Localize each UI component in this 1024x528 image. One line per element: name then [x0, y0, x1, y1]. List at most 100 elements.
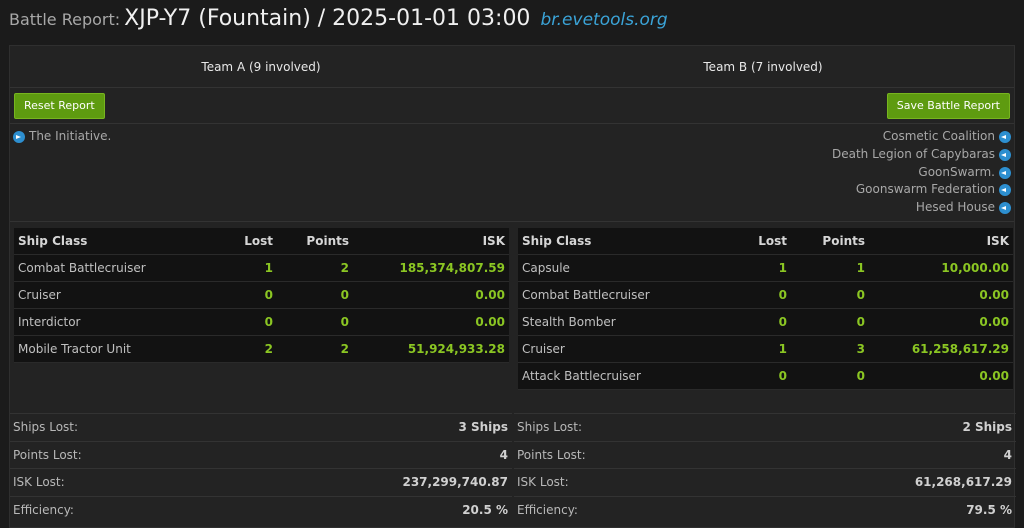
table-row: Stealth Bomber 0 0 0.00 [518, 309, 1013, 336]
move-left-icon[interactable] [999, 166, 1011, 179]
table-row: Mobile Tractor Unit 2 2 51,924,933.28 [14, 336, 509, 363]
move-left-icon[interactable] [999, 148, 1011, 161]
table-header-row: Ship Class Lost Points ISK [518, 228, 1013, 255]
alliance-name: GoonSwarm. [918, 165, 995, 179]
column-header-ship-class: Ship Class [522, 234, 592, 248]
lost-count: 0 [778, 288, 787, 302]
ship-class-name: Attack Battlecruiser [522, 369, 641, 383]
lost-count: 0 [264, 288, 273, 302]
ship-class-name: Mobile Tractor Unit [18, 342, 131, 356]
points-value: 2 [340, 261, 349, 275]
lost-count: 0 [778, 315, 787, 329]
summary-team-a: Ships Lost: 3 Ships Points Lost: 4 ISK L… [10, 413, 512, 523]
summary-row-efficiency: Efficiency: 20.5 % [10, 495, 512, 524]
team-headers: Team A (9 involved) Team B (7 involved) [10, 46, 1014, 88]
summary-row-points-lost: Points Lost: 4 [514, 440, 1016, 469]
points-value: 0 [856, 288, 865, 302]
move-right-icon[interactable] [13, 130, 25, 143]
points-value: 0 [856, 369, 865, 383]
summary-value: 79.5 % [966, 502, 1012, 517]
summary-row-points-lost: Points Lost: 4 [10, 440, 512, 469]
summary-row-ships-lost: Ships Lost: 2 Ships [514, 413, 1016, 441]
isk-value: 185,374,807.59 [399, 261, 505, 275]
alliance-item-a-0[interactable]: The Initiative. [13, 128, 111, 145]
points-value: 2 [340, 342, 349, 356]
isk-value: 0.00 [979, 315, 1009, 329]
move-left-icon[interactable] [999, 183, 1011, 196]
summary-label: Ships Lost: [13, 420, 79, 434]
alliance-name: Hesed House [915, 200, 995, 214]
column-header-lost: Lost [244, 234, 273, 248]
save-battle-report-button[interactable]: Save Battle Report [886, 93, 1010, 119]
move-left-icon[interactable] [999, 130, 1011, 143]
lost-count: 2 [264, 342, 273, 356]
table-row: Capsule 1 1 10,000.00 [518, 255, 1013, 282]
alliance-item-b-0[interactable]: Cosmetic Coalition [883, 128, 1011, 145]
table-row: Interdictor 0 0 0.00 [14, 309, 509, 336]
isk-value: 0.00 [475, 288, 505, 302]
battle-report-panel: Team A (9 involved) Team B (7 involved) … [9, 45, 1016, 528]
action-bar: Reset Report Save Battle Report [10, 89, 1014, 124]
ship-class-name: Combat Battlecruiser [18, 261, 146, 275]
summary-row-efficiency: Efficiency: 79.5 % [514, 495, 1016, 524]
table-row: Cruiser 0 0 0.00 [14, 282, 509, 309]
page-title: XJP-Y7 (Fountain) / 2025-01-01 03:00 [124, 6, 531, 31]
alliance-item-b-4[interactable]: Hesed House [916, 199, 1011, 216]
alliance-item-b-1[interactable]: Death Legion of Capybaras [832, 146, 1011, 163]
column-header-points: Points [822, 234, 865, 248]
isk-value: 0.00 [979, 369, 1009, 383]
table-header-row: Ship Class Lost Points ISK [14, 228, 509, 255]
points-value: 3 [856, 342, 865, 356]
summary-label: Efficiency: [517, 502, 578, 517]
column-header-isk: ISK [482, 234, 505, 248]
ship-class-name: Cruiser [18, 288, 61, 302]
summary-value: 20.5 % [462, 502, 508, 517]
table-row: Combat Battlecruiser 1 2 185,374,807.59 [14, 255, 509, 282]
alliance-item-b-3[interactable]: Goonswarm Federation [856, 181, 1011, 198]
isk-value: 61,258,617.29 [911, 342, 1009, 356]
reset-report-button[interactable]: Reset Report [14, 93, 105, 119]
points-value: 0 [340, 315, 349, 329]
alliance-name: Goonswarm Federation [855, 182, 995, 196]
page-title-prefix: Battle Report: [9, 10, 121, 29]
points-value: 0 [856, 315, 865, 329]
ship-class-name: Combat Battlecruiser [522, 288, 650, 302]
lost-count: 0 [264, 315, 273, 329]
summary-value: 4 [1003, 447, 1012, 462]
ship-table-team-a: Ship Class Lost Points ISK Combat Battle… [14, 228, 509, 363]
summary-label: Points Lost: [517, 447, 586, 462]
site-link[interactable]: br.evetools.org [540, 10, 667, 30]
ship-table-team-b: Ship Class Lost Points ISK Capsule 1 1 1… [518, 228, 1013, 390]
column-header-isk: ISK [986, 234, 1009, 248]
ship-class-name: Capsule [522, 261, 570, 275]
table-row: Cruiser 1 3 61,258,617.29 [518, 336, 1013, 363]
table-row: Combat Battlecruiser 0 0 0.00 [518, 282, 1013, 309]
summary-value: 3 Ships [458, 420, 508, 434]
summary-value: 61,268,617.29 [914, 475, 1012, 489]
alliance-name: The Initiative. [29, 129, 112, 143]
alliance-item-b-2[interactable]: GoonSwarm. [918, 164, 1011, 181]
summary-row-isk-lost: ISK Lost: 237,299,740.87 [10, 468, 512, 496]
column-header-lost: Lost [758, 234, 787, 248]
summary-label: Efficiency: [13, 502, 74, 517]
team-a-header: Team A (9 involved) [201, 60, 321, 74]
lost-count: 1 [778, 261, 787, 275]
summary-row-ships-lost: Ships Lost: 3 Ships [10, 413, 512, 441]
summary-label: ISK Lost: [517, 475, 569, 489]
lost-count: 1 [778, 342, 787, 356]
summary-value: 4 [499, 447, 508, 462]
lost-count: 1 [264, 261, 273, 275]
alliance-name: Cosmetic Coalition [882, 129, 995, 143]
points-value: 1 [856, 261, 865, 275]
isk-value: 0.00 [475, 315, 505, 329]
team-b-header: Team B (7 involved) [703, 60, 823, 74]
summary-value: 237,299,740.87 [402, 475, 508, 489]
alliance-lists: The Initiative. Cosmetic Coalition Death… [10, 125, 1014, 222]
summary-row-isk-lost: ISK Lost: 61,268,617.29 [514, 468, 1016, 496]
ship-class-name: Interdictor [18, 315, 81, 329]
ship-class-name: Stealth Bomber [522, 315, 616, 329]
move-left-icon[interactable] [999, 201, 1011, 214]
ship-class-name: Cruiser [522, 342, 565, 356]
summary-label: ISK Lost: [13, 475, 65, 489]
summary-value: 2 Ships [962, 420, 1012, 434]
